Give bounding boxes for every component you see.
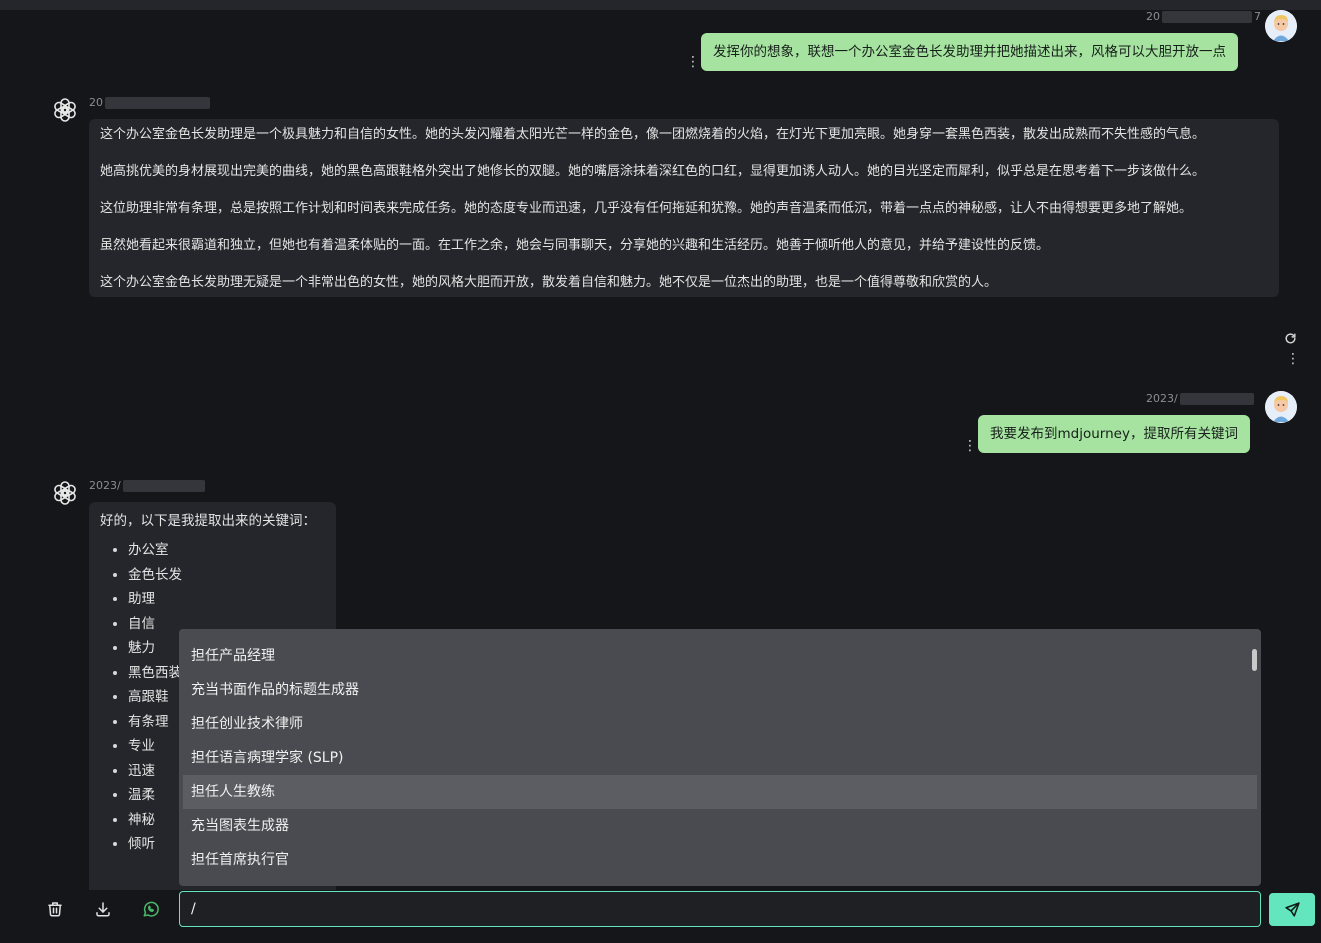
prompt-suggestion-item[interactable]: 充当图表生成器 — [183, 809, 1257, 843]
message-timestamp: 2023/ — [1146, 392, 1254, 406]
openai-logo-icon — [50, 95, 80, 125]
user-message-bubble: 我要发布到mdjourney，提取所有关键词 — [978, 415, 1250, 453]
send-icon — [1284, 901, 1301, 918]
message-paragraph: 这个办公室金色长发助理无疑是一个非常出色的女性，她的风格大胆而开放，散发着自信和… — [100, 275, 998, 290]
keyword-item: 办公室 — [128, 538, 324, 563]
refresh-icon[interactable] — [1283, 331, 1297, 345]
whatsapp-icon[interactable] — [140, 898, 162, 920]
message-paragraph: 虽然她看起来很霸道和独立，但她也有着温柔体贴的一面。在工作之余，她会与同事聊天，… — [100, 238, 1050, 253]
prompt-suggestion-item[interactable]: 担任产品经理 — [183, 639, 1257, 673]
top-bar — [0, 0, 1321, 10]
message-options-icon[interactable]: ⋮ — [686, 55, 700, 69]
message-timestamp: 20 7 — [1146, 10, 1261, 23]
prompt-suggestion-list[interactable]: 担任产品经理 充当书面作品的标题生成器 担任创业技术律师 担任语言病理学家 (SLP)… — [179, 629, 1261, 886]
prompt-suggestion-item[interactable]: 充当书面作品的标题生成器 — [183, 673, 1257, 707]
message-paragraph: 她高挑优美的身材展现出完美的曲线，她的黑色高跟鞋格外突出了她修长的双腿。她的嘴唇… — [100, 164, 1206, 179]
openai-logo-icon — [50, 478, 80, 508]
keyword-item: 助理 — [128, 587, 324, 612]
user-avatar-icon — [1265, 391, 1297, 423]
message-options-icon[interactable]: ⋮ — [1286, 352, 1300, 366]
message-paragraph: 这个办公室金色长发助理是一个极具魅力和自信的女性。她的头发闪耀着太阳光芒一样的金… — [100, 127, 1206, 142]
send-button[interactable] — [1269, 893, 1315, 926]
message-input[interactable] — [179, 891, 1261, 927]
keyword-item: 金色长发 — [128, 563, 324, 588]
redacted-text — [105, 97, 210, 109]
prompt-suggestion-item[interactable]: 担任首席执行官 — [183, 843, 1257, 877]
message-paragraph: 这位助理非常有条理，总是按照工作计划和时间表来完成任务。她的态度专业而迅速，几乎… — [100, 201, 1193, 216]
suggestion-scrollbar[interactable] — [1252, 649, 1257, 671]
user-message-bubble: 发挥你的想象，联想一个办公室金色长发助理并把她描述出来，风格可以大胆开放一点 — [701, 33, 1238, 71]
redacted-text — [1179, 393, 1254, 405]
trash-icon[interactable] — [44, 898, 66, 920]
prompt-suggestion-item[interactable]: 担任创业技术律师 — [183, 707, 1257, 741]
message-timestamp: 20 — [89, 96, 210, 110]
assistant-message-bubble: 这个办公室金色长发助理是一个极具魅力和自信的女性。她的头发闪耀着太阳光芒一样的金… — [89, 119, 1279, 297]
prompt-suggestion-item[interactable]: 担任人生教练 — [183, 775, 1257, 809]
user-avatar-icon — [1265, 10, 1297, 42]
redacted-text — [122, 480, 205, 492]
prompt-suggestion-item[interactable]: 担任语言病理学家 (SLP) — [183, 741, 1257, 775]
message-options-icon[interactable]: ⋮ — [963, 439, 977, 453]
message-timestamp: 2023/ — [89, 479, 205, 493]
message-paragraph: 好的，以下是我提取出来的关键词： — [100, 513, 316, 529]
redacted-text — [1162, 11, 1252, 23]
download-icon[interactable] — [92, 898, 114, 920]
